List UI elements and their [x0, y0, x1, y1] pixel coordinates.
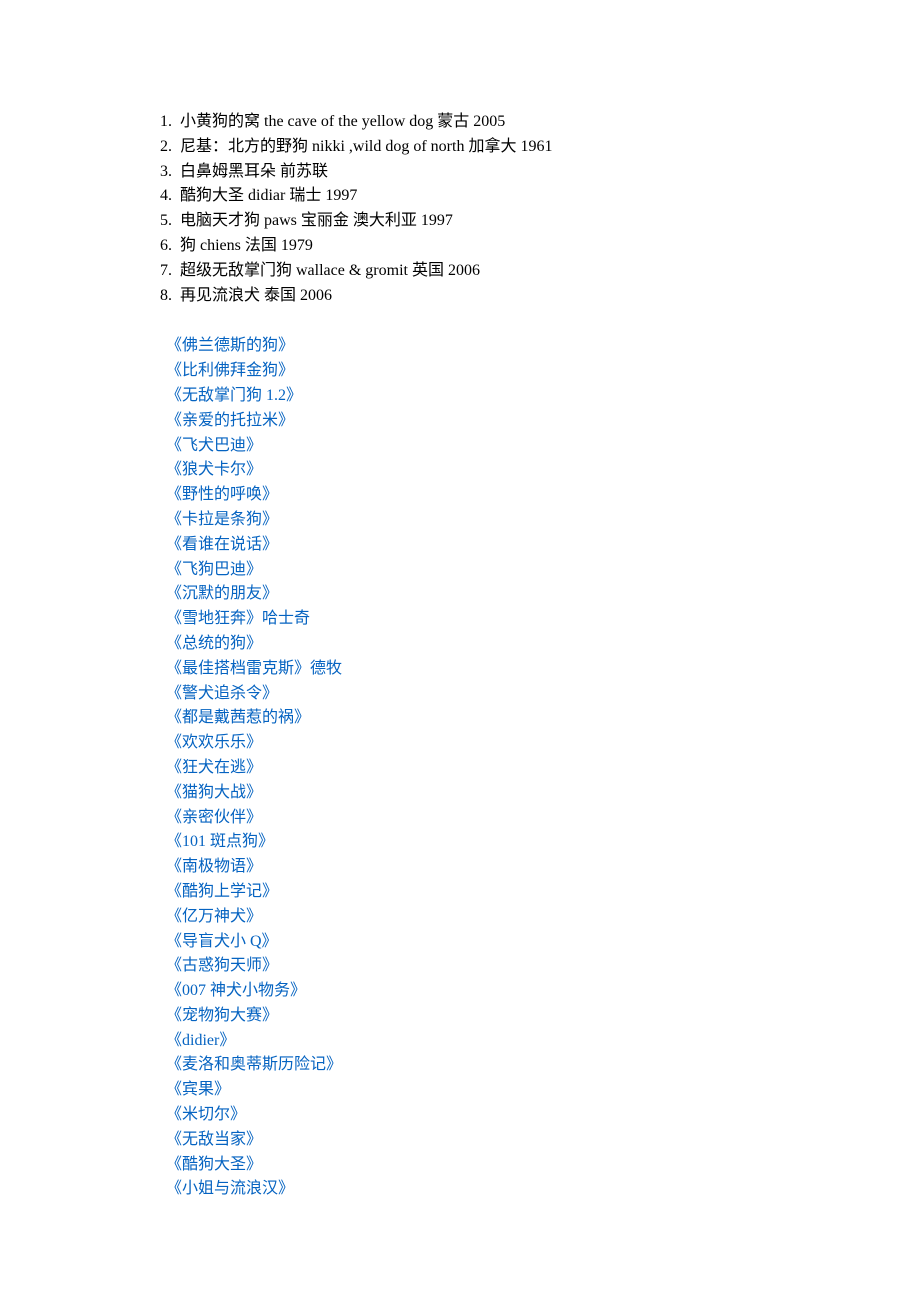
movie-title-item: 《狼犬卡尔》 [166, 458, 780, 483]
item-number: 2. [160, 135, 180, 160]
movie-title-item: 《导盲犬小 Q》 [166, 930, 780, 955]
item-number: 8. [160, 284, 180, 309]
numbered-item: 8.再见流浪犬 泰国 2006 [160, 284, 780, 309]
movie-title-item: 《didier》 [166, 1029, 780, 1054]
movie-title-item: 《101 斑点狗》 [166, 830, 780, 855]
movie-title-item: 《警犬追杀令》 [166, 682, 780, 707]
numbered-item: 1.小黄狗的窝 the cave of the yellow dog 蒙古 20… [160, 110, 780, 135]
numbered-item: 7.超级无敌掌门狗 wallace & gromit 英国 2006 [160, 259, 780, 284]
movie-title-item: 《小姐与流浪汉》 [166, 1177, 780, 1202]
numbered-item: 5.电脑天才狗 paws 宝丽金 澳大利亚 1997 [160, 209, 780, 234]
movie-title-item: 《雪地狂奔》哈士奇 [166, 607, 780, 632]
movie-title-item: 《野性的呼唤》 [166, 483, 780, 508]
movie-title-item: 《南极物语》 [166, 855, 780, 880]
movie-title-item: 《酷狗大圣》 [166, 1153, 780, 1178]
item-text: 酷狗大圣 didiar 瑞士 1997 [180, 184, 357, 209]
movie-title-item: 《无敌掌门狗 1.2》 [166, 384, 780, 409]
item-number: 1. [160, 110, 180, 135]
blue-title-list: 《佛兰德斯的狗》《比利佛拜金狗》《无敌掌门狗 1.2》《亲爱的托拉米》《飞犬巴迪… [166, 334, 780, 1202]
movie-title-item: 《酷狗上学记》 [166, 880, 780, 905]
movie-title-item: 《飞狗巴迪》 [166, 558, 780, 583]
item-text: 小黄狗的窝 the cave of the yellow dog 蒙古 2005 [180, 110, 505, 135]
movie-title-item: 《米切尔》 [166, 1103, 780, 1128]
numbered-item: 2.尼基：北方的野狗 nikki ,wild dog of north 加拿大 … [160, 135, 780, 160]
movie-title-item: 《欢欢乐乐》 [166, 731, 780, 756]
movie-title-item: 《最佳搭档雷克斯》德牧 [166, 657, 780, 682]
movie-title-item: 《总统的狗》 [166, 632, 780, 657]
movie-title-item: 《佛兰德斯的狗》 [166, 334, 780, 359]
item-text: 电脑天才狗 paws 宝丽金 澳大利亚 1997 [180, 209, 453, 234]
movie-title-item: 《宾果》 [166, 1078, 780, 1103]
movie-title-item: 《看谁在说话》 [166, 533, 780, 558]
item-text: 狗 chiens 法国 1979 [180, 234, 313, 259]
item-number: 4. [160, 184, 180, 209]
movie-title-item: 《亿万神犬》 [166, 905, 780, 930]
movie-title-item: 《猫狗大战》 [166, 781, 780, 806]
item-number: 7. [160, 259, 180, 284]
numbered-item: 6.狗 chiens 法国 1979 [160, 234, 780, 259]
movie-title-item: 《宠物狗大赛》 [166, 1004, 780, 1029]
item-text: 超级无敌掌门狗 wallace & gromit 英国 2006 [180, 259, 480, 284]
item-number: 6. [160, 234, 180, 259]
movie-title-item: 《亲爱的托拉米》 [166, 409, 780, 434]
movie-title-item: 《飞犬巴迪》 [166, 434, 780, 459]
movie-title-item: 《亲密伙伴》 [166, 806, 780, 831]
movie-title-item: 《狂犬在逃》 [166, 756, 780, 781]
movie-title-item: 《比利佛拜金狗》 [166, 359, 780, 384]
numbered-item: 3.白鼻姆黑耳朵 前苏联 [160, 160, 780, 185]
item-number: 3. [160, 160, 180, 185]
item-text: 尼基：北方的野狗 nikki ,wild dog of north 加拿大 19… [180, 135, 552, 160]
movie-title-item: 《沉默的朋友》 [166, 582, 780, 607]
movie-title-item: 《古惑狗天师》 [166, 954, 780, 979]
numbered-movie-list: 1.小黄狗的窝 the cave of the yellow dog 蒙古 20… [160, 110, 780, 308]
item-number: 5. [160, 209, 180, 234]
movie-title-item: 《都是戴茜惹的祸》 [166, 706, 780, 731]
movie-title-item: 《麦洛和奥蒂斯历险记》 [166, 1053, 780, 1078]
movie-title-item: 《无敌当家》 [166, 1128, 780, 1153]
movie-title-item: 《卡拉是条狗》 [166, 508, 780, 533]
numbered-item: 4.酷狗大圣 didiar 瑞士 1997 [160, 184, 780, 209]
movie-title-item: 《007 神犬小物务》 [166, 979, 780, 1004]
item-text: 再见流浪犬 泰国 2006 [180, 284, 332, 309]
item-text: 白鼻姆黑耳朵 前苏联 [180, 160, 328, 185]
